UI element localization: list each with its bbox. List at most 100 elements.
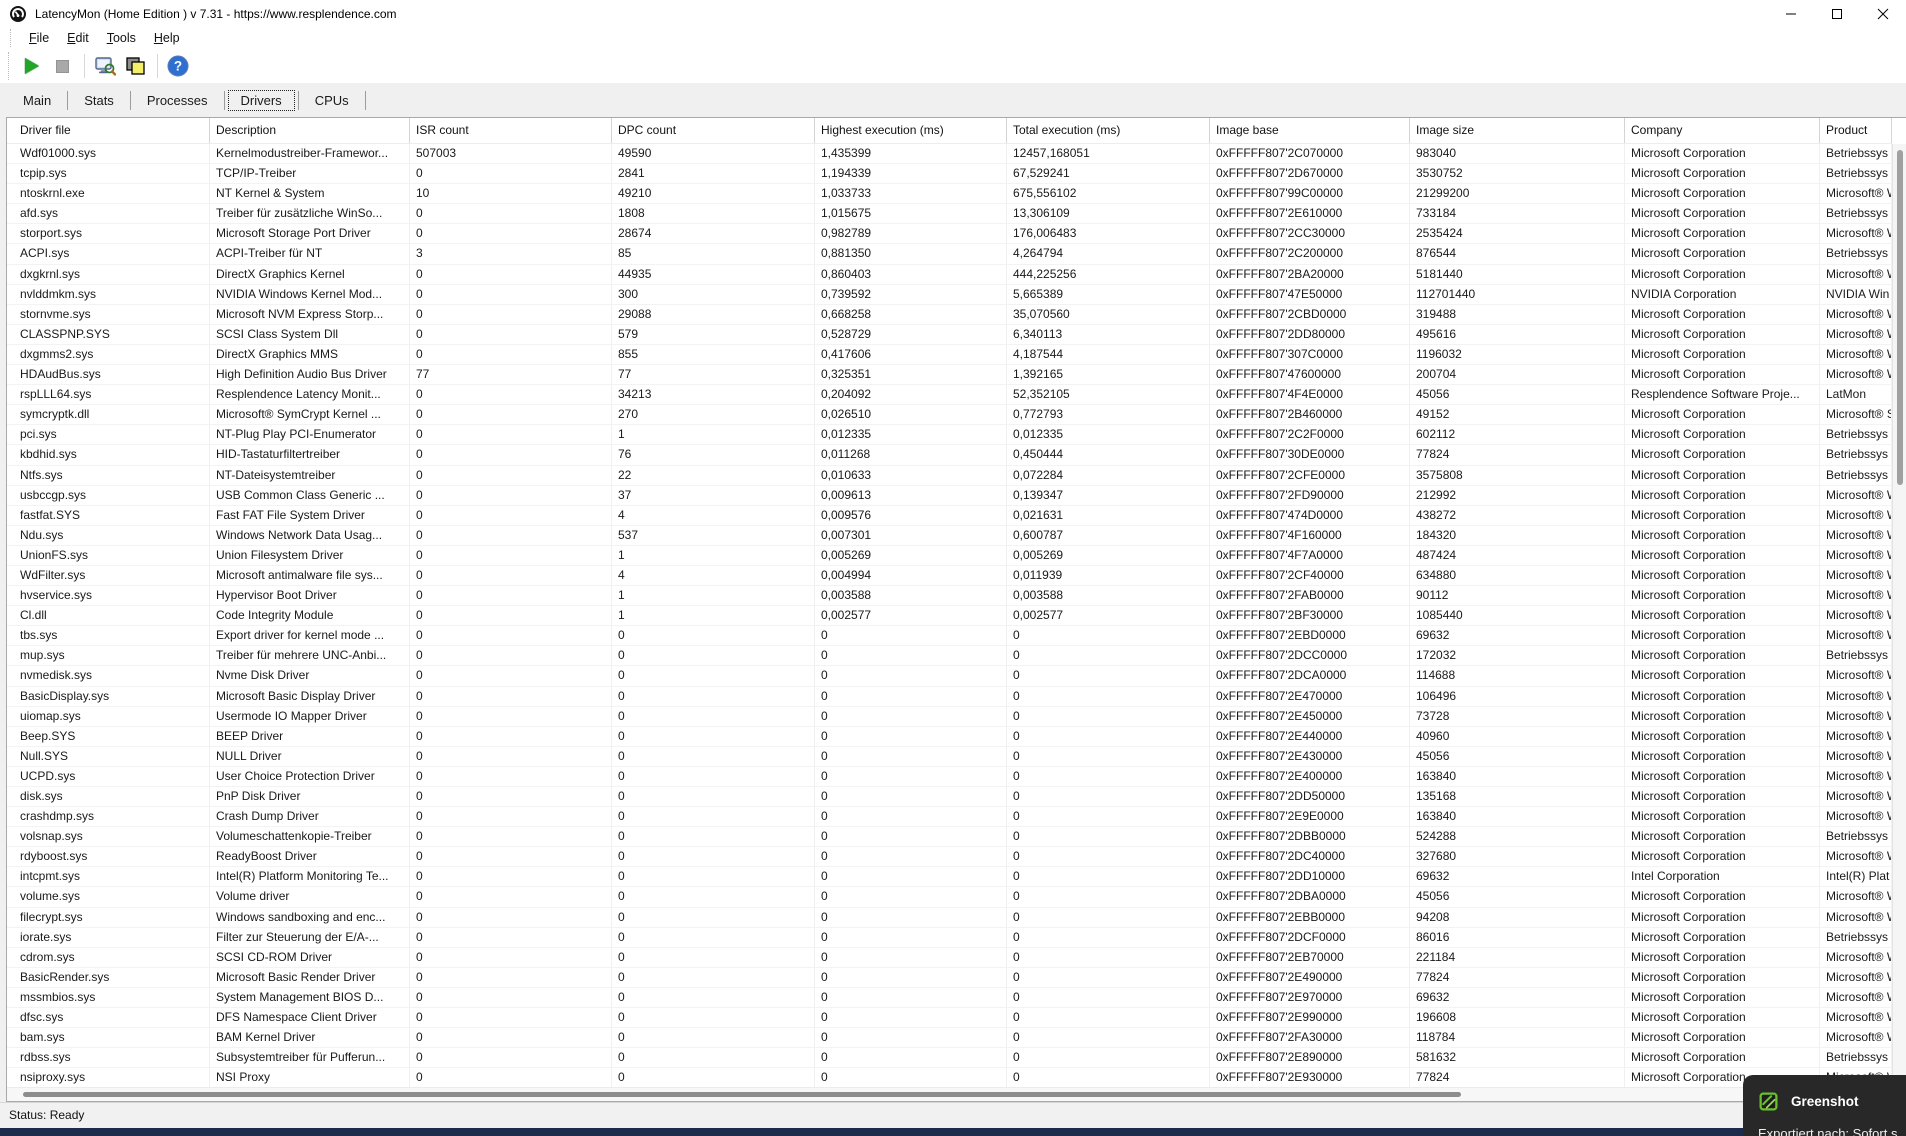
help-button[interactable]: ? xyxy=(164,53,192,79)
cell-total-execution: 675,556102 xyxy=(1007,184,1210,204)
minimize-button[interactable] xyxy=(1768,0,1814,27)
cell-dpc-count: 0 xyxy=(612,967,815,987)
cell-image-base: 0xFFFFF807'2E970000 xyxy=(1210,987,1410,1008)
tab-processes[interactable]: Processes xyxy=(134,90,221,111)
table-row[interactable]: Null.SYS NULL Driver 0 0 0 0 0xFFFFF807'… xyxy=(7,746,1892,767)
horizontal-scrollbar-thumb[interactable] xyxy=(23,1092,1461,1097)
table-row[interactable]: afd.sys Treiber für zusätzliche WinSo...… xyxy=(7,204,1892,225)
table-row[interactable]: rspLLL64.sys Resplendence Latency Monit.… xyxy=(7,385,1892,406)
table-row[interactable]: stornvme.sys Microsoft NVM Express Storp… xyxy=(7,304,1892,325)
cell-highest-execution: 0,004994 xyxy=(815,565,1007,586)
cell-company: Microsoft Corporation xyxy=(1625,304,1820,324)
cell-total-execution: 0,450444 xyxy=(1007,445,1210,465)
table-row[interactable]: nvlddmkm.sys NVIDIA Windows Kernel Mod..… xyxy=(7,284,1892,305)
table-row[interactable]: ntoskrnl.exe NT Kernel & System 10 49210… xyxy=(7,184,1892,205)
cell-image-size: 163840 xyxy=(1410,807,1625,827)
column-header-dpc-count[interactable]: DPC count xyxy=(612,118,815,143)
table-row[interactable]: BasicDisplay.sys Microsoft Basic Display… xyxy=(7,686,1892,707)
column-header-product[interactable]: Product xyxy=(1820,118,1892,143)
stop-monitor-button[interactable] xyxy=(48,53,76,79)
table-row[interactable]: kbdhid.sys HID-Tastaturfiltertreiber 0 7… xyxy=(7,445,1892,466)
cell-isr-count: 0 xyxy=(410,505,612,525)
table-row[interactable]: nsiproxy.sys NSI Proxy 0 0 0 0 0xFFFFF80… xyxy=(7,1068,1892,1087)
column-header-image-base[interactable]: Image base xyxy=(1210,118,1410,143)
table-row[interactable]: dxgmms2.sys DirectX Graphics MMS 0 855 0… xyxy=(7,344,1892,366)
column-header-company[interactable]: Company xyxy=(1625,118,1820,143)
table-row[interactable]: filecrypt.sys Windows sandboxing and enc… xyxy=(7,907,1892,928)
vertical-scrollbar-thumb[interactable] xyxy=(1897,150,1903,485)
table-row[interactable]: volume.sys Volume driver 0 0 0 0 0xFFFFF… xyxy=(7,887,1892,908)
table-row[interactable]: fastfat.SYS Fast FAT File System Driver … xyxy=(7,505,1892,526)
cell-description: Filter zur Steuerung der E/A-... xyxy=(210,927,410,947)
table-row[interactable]: HDAudBus.sys High Definition Audio Bus D… xyxy=(7,365,1892,386)
greenshot-toast[interactable]: Greenshot Exportiert nach: Sofort s xyxy=(1743,1075,1906,1136)
cell-image-base: 0xFFFFF807'2E490000 xyxy=(1210,967,1410,987)
table-row[interactable]: BasicRender.sys Microsoft Basic Render D… xyxy=(7,967,1892,988)
close-button[interactable] xyxy=(1860,0,1906,27)
tab-cpus[interactable]: CPUs xyxy=(302,90,362,111)
table-row[interactable]: symcryptk.dll Microsoft® SymCrypt Kernel… xyxy=(7,405,1892,426)
table-row[interactable]: uiomap.sys Usermode IO Mapper Driver 0 0… xyxy=(7,706,1892,727)
table-row[interactable]: bam.sys BAM Kernel Driver 0 0 0 0 0xFFFF… xyxy=(7,1028,1892,1049)
table-row[interactable]: disk.sys PnP Disk Driver 0 0 0 0 0xFFFFF… xyxy=(7,787,1892,808)
table-row[interactable]: ACPI.sys ACPI-Treiber für NT 3 85 0,8813… xyxy=(7,244,1892,265)
table-row[interactable]: Ndu.sys Windows Network Data Usag... 0 5… xyxy=(7,525,1892,546)
cell-company: Microsoft Corporation xyxy=(1625,807,1820,827)
cell-description: SCSI Class System Dll xyxy=(210,324,410,344)
table-row[interactable]: usbccgp.sys USB Common Class Generic ...… xyxy=(7,485,1892,506)
analyze-options-button[interactable] xyxy=(91,53,119,79)
table-row[interactable]: mssmbios.sys System Management BIOS D...… xyxy=(7,987,1892,1009)
table-row[interactable]: CLASSPNP.SYS SCSI Class System Dll 0 579… xyxy=(7,324,1892,345)
table-row[interactable]: intcpmt.sys Intel(R) Platform Monitoring… xyxy=(7,867,1892,888)
menu-tools[interactable]: Tools xyxy=(98,29,145,47)
horizontal-scrollbar[interactable] xyxy=(7,1087,1892,1101)
table-row[interactable]: crashdmp.sys Crash Dump Driver 0 0 0 0 0… xyxy=(7,807,1892,828)
table-row[interactable]: nvmedisk.sys Nvme Disk Driver 0 0 0 0 0x… xyxy=(7,666,1892,687)
cell-image-base: 0xFFFFF807'2FD90000 xyxy=(1210,485,1410,505)
column-header-highest-execution[interactable]: Highest execution (ms) xyxy=(815,118,1007,143)
table-row[interactable]: rdbss.sys Subsystemtreiber für Pufferun.… xyxy=(7,1048,1892,1069)
table-row[interactable]: iorate.sys Filter zur Steuerung der E/A-… xyxy=(7,927,1892,948)
table-row[interactable]: tcpip.sys TCP/IP-Treiber 0 2841 1,194339… xyxy=(7,164,1892,185)
cell-description: Volumeschattenkopie-Treiber xyxy=(210,827,410,847)
tab-drivers[interactable]: Drivers xyxy=(227,89,295,111)
tab-main[interactable]: Main xyxy=(10,90,64,111)
table-row[interactable]: tbs.sys Export driver for kernel mode ..… xyxy=(7,626,1892,647)
table-row[interactable]: UCPD.sys User Choice Protection Driver 0… xyxy=(7,766,1892,787)
start-monitor-button[interactable] xyxy=(18,53,46,79)
maximize-button[interactable] xyxy=(1814,0,1860,27)
table-row[interactable]: dxgkrnl.sys DirectX Graphics Kernel 0 44… xyxy=(7,264,1892,285)
table-row[interactable]: Ntfs.sys NT-Dateisystemtreiber 0 22 0,01… xyxy=(7,465,1892,486)
table-row[interactable]: Cl.dll Code Integrity Module 0 1 0,00257… xyxy=(7,606,1892,627)
table-row[interactable]: pci.sys NT-Plug Play PCI-Enumerator 0 1 … xyxy=(7,425,1892,446)
table-row[interactable]: hvservice.sys Hypervisor Boot Driver 0 1… xyxy=(7,586,1892,607)
table-row[interactable]: mup.sys Treiber für mehrere UNC-Anbi... … xyxy=(7,646,1892,667)
cell-total-execution: 0 xyxy=(1007,666,1210,686)
cell-image-base: 0xFFFFF807'2DC40000 xyxy=(1210,847,1410,867)
cell-dpc-count: 855 xyxy=(612,344,815,365)
menu-help[interactable]: Help xyxy=(145,29,189,47)
cell-description: Windows sandboxing and enc... xyxy=(210,907,410,927)
table-row[interactable]: cdrom.sys SCSI CD-ROM Driver 0 0 0 0 0xF… xyxy=(7,947,1892,968)
table-row[interactable]: Beep.SYS BEEP Driver 0 0 0 0 0xFFFFF807'… xyxy=(7,726,1892,747)
vertical-scrollbar[interactable] xyxy=(1892,144,1906,1087)
cell-isr-count: 0 xyxy=(410,1068,612,1087)
table-row[interactable]: dfsc.sys DFS Namespace Client Driver 0 0… xyxy=(7,1008,1892,1029)
table-row[interactable]: WdFilter.sys Microsoft antimalware file … xyxy=(7,565,1892,587)
column-header-image-size[interactable]: Image size xyxy=(1410,118,1625,143)
table-row[interactable]: volsnap.sys Volumeschattenkopie-Treiber … xyxy=(7,827,1892,848)
column-header-driver-file[interactable]: Driver file xyxy=(7,118,210,143)
column-header-total-execution[interactable]: Total execution (ms) xyxy=(1007,118,1210,143)
cell-image-size: 602112 xyxy=(1410,425,1625,445)
menu-edit[interactable]: Edit xyxy=(58,29,98,47)
menu-file[interactable]: File xyxy=(20,29,58,47)
table-row[interactable]: rdyboost.sys ReadyBoost Driver 0 0 0 0 0… xyxy=(7,847,1892,868)
table-row[interactable]: storport.sys Microsoft Storage Port Driv… xyxy=(7,224,1892,245)
tab-separator xyxy=(67,90,69,110)
tab-stats[interactable]: Stats xyxy=(71,90,127,111)
table-row[interactable]: Wdf01000.sys Kernelmodustreiber-Framewor… xyxy=(7,144,1892,165)
table-row[interactable]: UnionFS.sys Union Filesystem Driver 0 1 … xyxy=(7,545,1892,566)
screenshot-copy-button[interactable] xyxy=(121,53,149,79)
column-header-description[interactable]: Description xyxy=(210,118,410,143)
column-header-isr-count[interactable]: ISR count xyxy=(410,118,612,143)
